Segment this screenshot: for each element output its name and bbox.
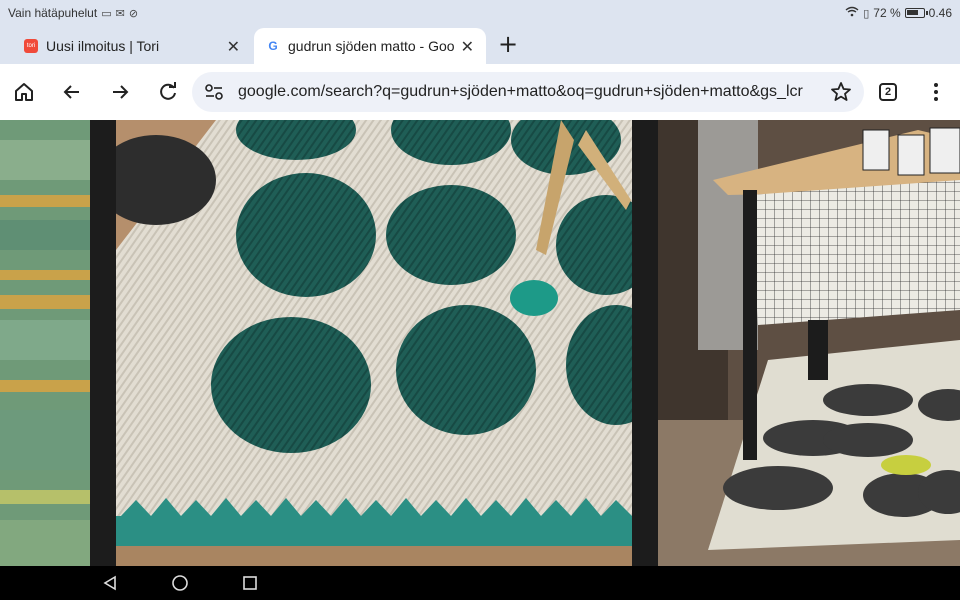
clock: 0.46 <box>928 6 952 20</box>
status-right: ▯ 72 % 0.46 <box>845 6 952 20</box>
tab-switcher-button[interactable]: 2 <box>874 78 902 106</box>
menu-button[interactable] <box>922 78 950 106</box>
image-results <box>0 120 960 566</box>
tab-title: Uusi ilmoitus | Tori <box>46 38 160 54</box>
omnibox[interactable]: google.com/search?q=gudrun+sjöden+matto&… <box>192 72 864 112</box>
image-result-1[interactable] <box>0 120 90 566</box>
site-settings-icon[interactable] <box>204 83 224 101</box>
wifi-icon <box>845 6 859 20</box>
bookmark-star-icon[interactable] <box>830 81 852 103</box>
reload-icon <box>160 82 176 100</box>
nav-back-button[interactable] <box>100 573 120 593</box>
toolbar: google.com/search?q=gudrun+sjöden+matto&… <box>0 64 960 120</box>
rug-image-right <box>658 120 960 566</box>
close-icon[interactable]: ✕ <box>461 37 474 56</box>
circle-home-icon <box>172 575 188 591</box>
rug-image-left <box>0 120 90 566</box>
new-tab-button[interactable]: + <box>496 30 520 62</box>
tab-title: gudrun sjöden matto - Goog <box>288 38 455 54</box>
tab-tori[interactable]: tori Uusi ilmoitus | Tori ✕ <box>12 28 252 64</box>
arrow-forward-icon <box>113 85 129 99</box>
status-bar: Vain hätäpuhelut ▭ ✉ ⊘ ▯ 72 % 0.46 <box>0 0 960 26</box>
reload-button[interactable] <box>154 78 182 106</box>
image-result-3[interactable] <box>658 120 960 566</box>
tab-strip: tori Uusi ilmoitus | Tori ✕ G gudrun sjö… <box>0 26 960 64</box>
forward-button[interactable] <box>106 78 134 106</box>
more-vert-icon <box>934 83 938 101</box>
tab-google-search[interactable]: G gudrun sjöden matto - Goog ✕ <box>254 28 486 64</box>
close-icon[interactable]: ✕ <box>227 37 240 56</box>
home-icon <box>15 83 33 101</box>
rug-image-center <box>116 120 632 566</box>
battery-saver-icon: ▯ <box>863 6 870 20</box>
battery-percent: 72 % <box>873 6 901 20</box>
carrier-text: Vain hätäpuhelut <box>8 6 98 20</box>
tori-icon: tori <box>24 39 38 53</box>
google-icon: G <box>268 39 278 53</box>
tab-count: 2 <box>879 83 897 101</box>
sync-icon: ⊘ <box>128 6 139 20</box>
system-nav-bar <box>0 566 960 600</box>
image-result-2[interactable] <box>116 120 632 566</box>
triangle-back-icon <box>103 575 116 591</box>
back-button[interactable] <box>58 78 86 106</box>
battery-icon <box>904 8 928 18</box>
sim-card-icon: ▭ <box>101 6 112 20</box>
nav-recents-button[interactable] <box>240 573 260 593</box>
square-recents-icon <box>243 576 257 590</box>
status-left: Vain hätäpuhelut ▭ ✉ ⊘ <box>8 6 138 20</box>
nav-home-button[interactable] <box>170 573 190 593</box>
url-text[interactable]: google.com/search?q=gudrun+sjöden+matto&… <box>238 83 830 101</box>
home-button[interactable] <box>10 78 38 106</box>
mail-icon: ✉ <box>115 6 125 20</box>
arrow-back-icon <box>63 85 79 99</box>
